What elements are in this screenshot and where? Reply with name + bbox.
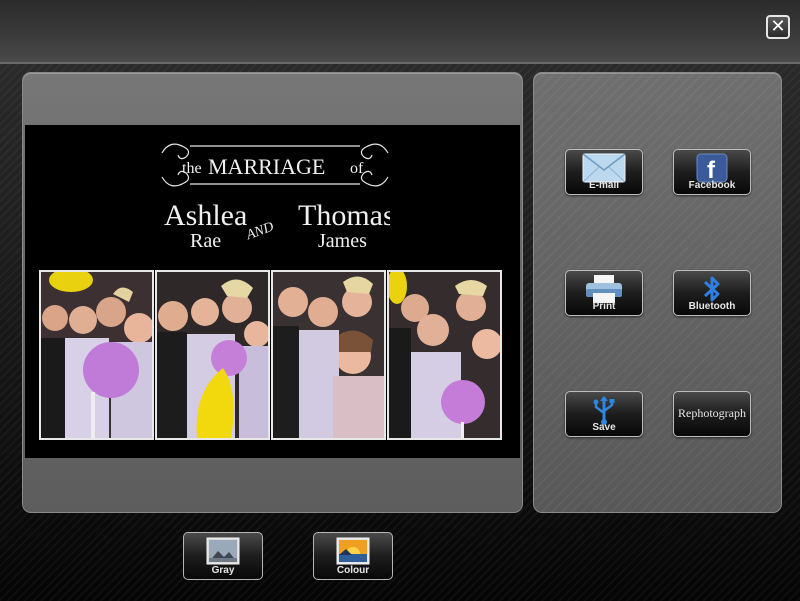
bride-last-name: Rae <box>190 230 221 252</box>
groom-last-name: James <box>318 230 367 252</box>
close-button[interactable]: ✕ <box>766 15 790 39</box>
colour-label: Colour <box>336 565 370 576</box>
top-bar: ✕ <box>0 0 800 64</box>
email-label: E-mail <box>588 180 619 191</box>
gray-label: Gray <box>211 565 235 576</box>
print-label: Print <box>592 301 616 312</box>
print-button[interactable]: Print <box>565 270 643 316</box>
header-of: of <box>350 160 364 177</box>
header-and: AND <box>244 220 276 244</box>
photo-frame-1 <box>39 270 154 440</box>
groom-first-name: Thomas <box>298 199 390 232</box>
rephotograph-label: Rephotograph <box>678 406 746 420</box>
facebook-button[interactable]: f Facebook <box>673 149 751 195</box>
email-button[interactable]: E-mail <box>565 149 643 195</box>
header-marriage: MARRIAGE <box>208 154 325 179</box>
bride-first-name: Ashlea <box>164 199 247 232</box>
photo-strip: the MARRIAGE of Ashlea Rae AND Thomas Ja… <box>25 125 520 458</box>
bluetooth-button[interactable]: Bluetooth <box>673 270 751 316</box>
colour-filter-button[interactable]: Colour <box>313 532 393 580</box>
header-the: the <box>182 160 202 177</box>
save-button[interactable]: Save <box>565 391 643 437</box>
rephotograph-button[interactable]: Rephotograph <box>673 391 751 437</box>
photo-frame-4 <box>387 270 502 440</box>
photo-frame-3 <box>271 270 386 440</box>
close-icon: ✕ <box>770 16 786 37</box>
facebook-label: Facebook <box>688 180 736 191</box>
gray-filter-button[interactable]: Gray <box>183 532 263 580</box>
wedding-header-art: the MARRIAGE of Ashlea Rae AND Thomas Ja… <box>161 143 390 252</box>
bluetooth-label: Bluetooth <box>688 301 736 312</box>
save-label: Save <box>592 422 616 433</box>
photo-frame-2 <box>155 270 270 440</box>
